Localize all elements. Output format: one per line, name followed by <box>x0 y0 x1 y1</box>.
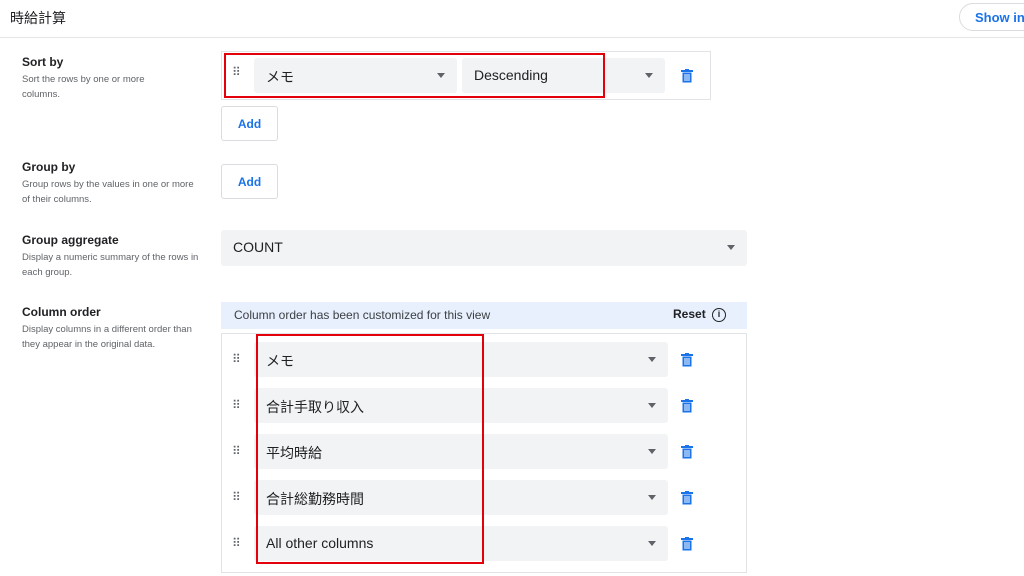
column-order-list: ⠿ メモ ⠿ 合計手取り収入 ⠿ 平均時給 ⠿ 合計総勤務時間 ⠿ All ot… <box>221 333 747 573</box>
drag-handle-icon[interactable]: ⠿ <box>232 445 241 457</box>
show-in-button[interactable]: Show in <box>959 3 1024 31</box>
column-select-5[interactable]: All other columns <box>254 526 668 561</box>
group-aggregate-heading: Group aggregate <box>22 233 119 247</box>
drag-handle-icon[interactable]: ⠿ <box>232 537 241 549</box>
sort-column-select[interactable]: メモ <box>254 58 457 93</box>
group-aggregate-value: COUNT <box>233 239 283 255</box>
column-select-4[interactable]: 合計総勤務時間 <box>254 480 668 515</box>
chevron-down-icon <box>648 449 656 454</box>
chevron-down-icon <box>645 73 653 78</box>
sort-rule-row: ⠿ メモ Descending <box>221 51 711 100</box>
add-group-button[interactable]: Add <box>221 164 278 199</box>
column-value: All other columns <box>266 535 374 551</box>
column-order-description: Display columns in a different order tha… <box>22 324 192 350</box>
trash-icon[interactable] <box>681 69 693 83</box>
column-value: 平均時給 <box>266 445 322 461</box>
column-select-1[interactable]: メモ <box>254 342 668 377</box>
chevron-down-icon <box>648 403 656 408</box>
trash-icon[interactable] <box>681 353 693 367</box>
chevron-down-icon <box>648 495 656 500</box>
trash-icon[interactable] <box>681 491 693 505</box>
add-sort-button[interactable]: Add <box>221 106 278 141</box>
drag-handle-icon[interactable]: ⠿ <box>232 399 241 411</box>
chevron-down-icon <box>648 541 656 546</box>
column-value: 合計総勤務時間 <box>266 491 364 507</box>
sort-direction-value: Descending <box>474 67 548 83</box>
group-by-description: Group rows by the values in one or more … <box>22 179 194 205</box>
sort-by-section-label: Sort by Sort the rows by one or more col… <box>22 55 207 102</box>
drag-handle-icon[interactable]: ⠿ <box>232 491 241 503</box>
chevron-down-icon <box>727 245 735 250</box>
trash-icon[interactable] <box>681 537 693 551</box>
sort-column-value: メモ <box>266 69 294 85</box>
column-select-3[interactable]: 平均時給 <box>254 434 668 469</box>
group-by-heading: Group by <box>22 160 76 174</box>
column-select-2[interactable]: 合計手取り収入 <box>254 388 668 423</box>
drag-handle-icon[interactable]: ⠿ <box>232 66 241 78</box>
group-aggregate-description: Display a numeric summary of the rows in… <box>22 252 199 278</box>
sort-by-description: Sort the rows by one or more columns. <box>22 74 145 100</box>
banner-message: Column order has been customized for thi… <box>234 308 491 322</box>
chevron-down-icon <box>437 73 445 78</box>
top-bar: 時給計算 Show in <box>0 0 1024 38</box>
group-aggregate-section-label: Group aggregate Display a numeric summar… <box>22 233 207 280</box>
page-title: 時給計算 <box>10 10 66 26</box>
column-order-heading: Column order <box>22 305 101 319</box>
column-value: メモ <box>266 353 294 369</box>
group-by-section-label: Group by Group rows by the values in one… <box>22 160 207 207</box>
trash-icon[interactable] <box>681 445 693 459</box>
chevron-down-icon <box>648 357 656 362</box>
column-order-section-label: Column order Display columns in a differ… <box>22 305 207 352</box>
group-aggregate-select[interactable]: COUNT <box>221 230 747 266</box>
column-value: 合計手取り収入 <box>266 399 364 415</box>
trash-icon[interactable] <box>681 399 693 413</box>
info-icon[interactable]: i <box>712 308 726 322</box>
sort-direction-select[interactable]: Descending <box>462 58 665 93</box>
sort-by-heading: Sort by <box>22 55 64 69</box>
column-order-banner: Column order has been customized for thi… <box>221 302 747 329</box>
drag-handle-icon[interactable]: ⠿ <box>232 353 241 365</box>
reset-button[interactable]: Reset <box>673 307 706 321</box>
